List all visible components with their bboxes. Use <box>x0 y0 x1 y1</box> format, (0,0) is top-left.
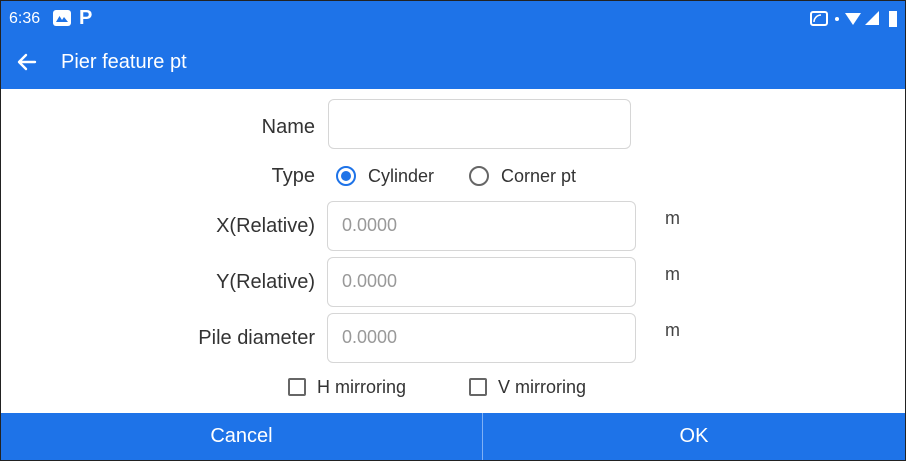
button-bar: Cancel OK <box>1 413 905 460</box>
v-mirroring-label[interactable]: V mirroring <box>498 377 586 398</box>
x-unit-label: m <box>665 208 680 228</box>
status-time: 6:36 <box>9 10 41 27</box>
cylinder-radio[interactable] <box>336 166 356 186</box>
corner-pt-radio[interactable] <box>469 166 489 186</box>
y-unit-label: m <box>665 264 680 284</box>
y-relative-input[interactable]: 0.0000 <box>327 257 636 307</box>
page-title: Pier feature pt <box>61 51 187 73</box>
system-status-icons <box>810 11 897 27</box>
pile-diameter-input[interactable]: 0.0000 <box>327 313 636 363</box>
pile-diameter-label: Pile diameter <box>198 327 315 349</box>
name-label: Name <box>261 116 315 138</box>
cylinder-label[interactable]: Cylinder <box>368 166 434 187</box>
h-mirroring-checkbox[interactable] <box>288 378 306 396</box>
h-mirroring-label[interactable]: H mirroring <box>317 377 406 398</box>
corner-pt-label[interactable]: Corner pt <box>501 166 576 187</box>
y-relative-label: Y(Relative) <box>216 271 315 293</box>
back-arrow-icon[interactable] <box>15 50 39 74</box>
type-label: Type <box>271 165 315 187</box>
status-bar: 6:36 P <box>1 1 905 37</box>
x-relative-input[interactable]: 0.0000 <box>327 201 636 251</box>
x-relative-label: X(Relative) <box>216 215 315 237</box>
app-notification-icon: P <box>79 7 93 29</box>
app-window: 6:36 P Pier feature pt Name Type Cylinde… <box>0 0 906 461</box>
gallery-notification-icon <box>53 10 71 26</box>
cancel-button[interactable]: Cancel <box>1 413 482 460</box>
ok-button[interactable]: OK <box>483 413 905 460</box>
app-bar: Pier feature pt <box>1 37 905 89</box>
pile-unit-label: m <box>665 320 680 340</box>
name-input[interactable] <box>328 99 631 149</box>
v-mirroring-checkbox[interactable] <box>469 378 487 396</box>
